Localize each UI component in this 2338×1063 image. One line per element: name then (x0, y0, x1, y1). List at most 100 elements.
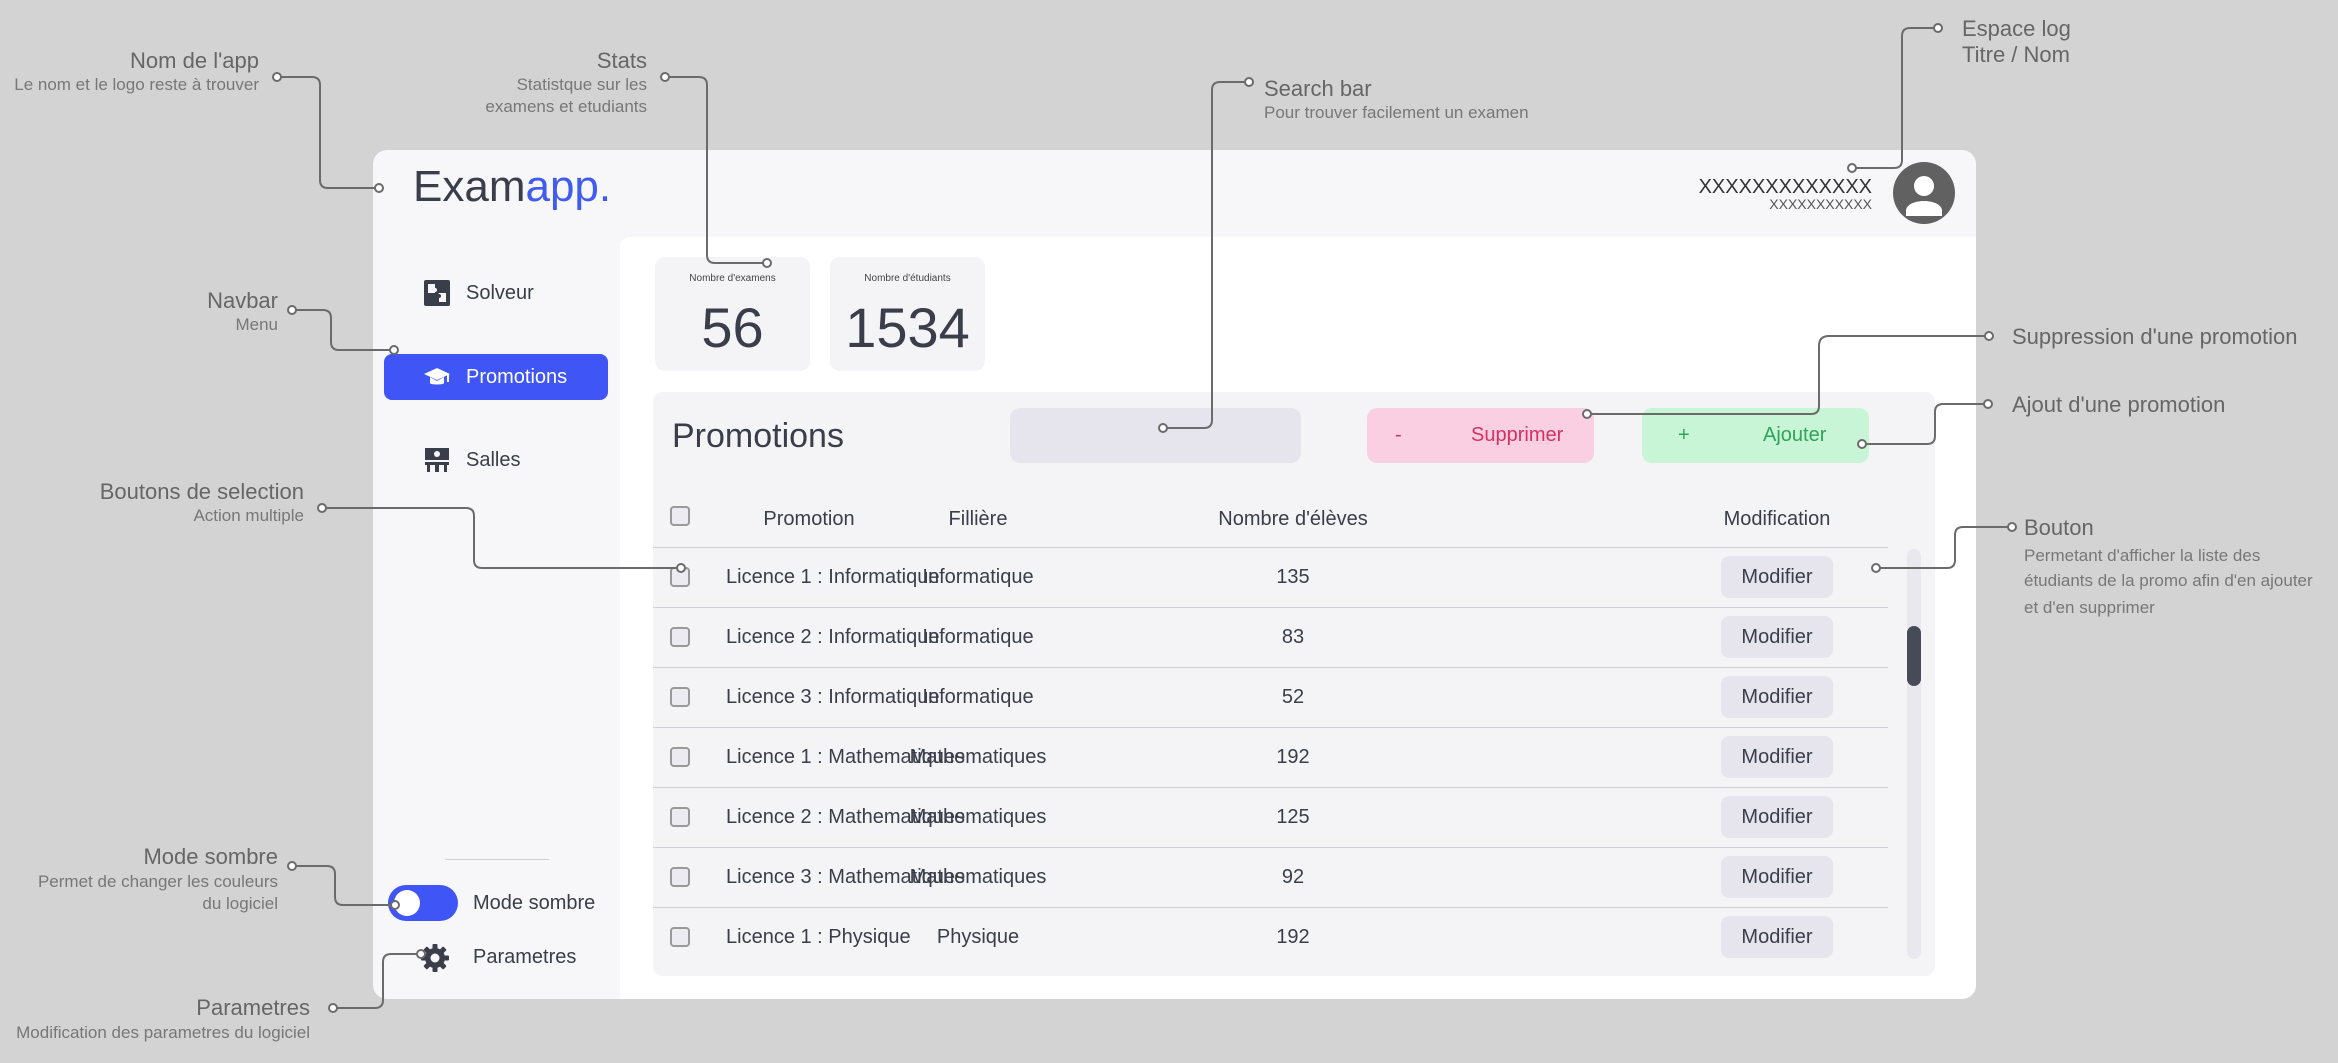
row-checkbox[interactable] (670, 807, 690, 827)
promotions-panel: Promotions - Supprimer + Ajouter Promoti… (653, 392, 1935, 976)
row-checkbox[interactable] (670, 687, 690, 707)
dark-mode-toggle[interactable] (388, 885, 458, 921)
minus-icon: - (1395, 424, 1402, 446)
row-divider (653, 727, 1888, 728)
user-avatar-icon[interactable] (1893, 162, 1955, 224)
stat-value: 1534 (845, 296, 970, 359)
annotation-add-title: Ajout d'une promotion (2012, 392, 2226, 417)
settings-button[interactable]: Parametres (421, 940, 621, 976)
stat-label: Nombre d'étudiants (864, 273, 951, 284)
modify-button[interactable]: Modifier (1721, 616, 1833, 658)
modify-button[interactable]: Modifier (1721, 676, 1833, 718)
main-content: Nombre d'examens 56 Nombre d'étudiants 1… (620, 237, 1976, 999)
annotation-log-title: Espace log (1962, 16, 2071, 41)
annotation-delete-title: Suppression d'une promotion (2012, 324, 2298, 349)
connector-dot (2007, 522, 2017, 532)
gear-icon (421, 944, 449, 972)
cell-filiere: Informatique (922, 686, 1034, 708)
annotation-stats-desc2: examens et etudiants (485, 97, 647, 116)
connector-log (1852, 27, 1938, 169)
sidebar-item-promotions[interactable]: Promotions (384, 354, 608, 400)
cell-count: 192 (1276, 926, 1310, 948)
annotation-settings-title: Parametres (196, 995, 310, 1020)
annotation-button-desc1: Permetant d'afficher la liste des (2024, 546, 2261, 565)
stat-card-students: Nombre d'étudiants 1534 (830, 257, 985, 371)
scrollbar-track[interactable] (1907, 549, 1921, 959)
user-subtitle: XXXXXXXXXXX (1769, 196, 1872, 212)
modify-button[interactable]: Modifier (1721, 796, 1833, 838)
annotation-dark-mode-desc2: du logiciel (202, 894, 278, 913)
modify-button[interactable]: Modifier (1721, 556, 1833, 598)
row-divider (653, 847, 1888, 848)
sidebar-divider (445, 859, 549, 860)
table-row: Licence 2 : Mathematiques Mathematiques … (653, 787, 1888, 847)
puzzle-icon (424, 280, 450, 306)
scrollbar-thumb[interactable] (1907, 626, 1921, 686)
app-logo: Examapp. (413, 162, 611, 212)
sidebar-item-label: Promotions (466, 366, 568, 388)
cell-count: 135 (1276, 566, 1310, 588)
column-header-modification: Modification (1723, 508, 1831, 530)
row-divider (653, 667, 1888, 668)
cell-filiere: Informatique (922, 626, 1034, 648)
cell-filiere: Informatique (922, 566, 1034, 588)
cell-promotion: Licence 1 : Physique (726, 926, 911, 948)
classroom-icon (424, 447, 450, 473)
stat-card-exams: Nombre d'examens 56 (655, 257, 810, 371)
column-header-promotion: Promotion (763, 508, 855, 530)
cell-filiere: Mathematiques (909, 806, 1047, 828)
logo-accent-text: app. (525, 162, 612, 211)
annotation-dark-mode-title: Mode sombre (143, 844, 278, 869)
stat-value: 56 (701, 296, 764, 359)
row-checkbox[interactable] (670, 927, 690, 947)
annotation-button-title: Bouton (2024, 515, 2094, 540)
connector-dot (328, 1003, 338, 1013)
connector-dot (660, 72, 670, 82)
panel-title: Promotions (672, 417, 844, 455)
cell-count: 192 (1276, 746, 1310, 768)
annotation-app-name-title: Nom de l'app (130, 48, 259, 73)
sidebar-item-label: Salles (466, 449, 521, 471)
row-checkbox[interactable] (670, 747, 690, 767)
annotation-selection-title: Boutons de selection (99, 479, 304, 504)
cell-filiere: Mathematiques (909, 866, 1047, 888)
annotation-navbar-desc: Menu (235, 315, 278, 334)
toggle-knob (394, 890, 420, 916)
row-checkbox[interactable] (670, 867, 690, 887)
connector-dot (317, 503, 327, 513)
logo-text: Exam (413, 162, 526, 211)
delete-button[interactable]: - Supprimer (1367, 408, 1594, 463)
table-row: Licence 3 : Informatique Informatique 52… (653, 667, 1888, 727)
annotation-button-desc2: étudiants de la promo afin d'en ajouter (2024, 571, 2313, 590)
row-divider (653, 547, 1888, 548)
settings-label: Parametres (473, 946, 577, 968)
row-checkbox[interactable] (670, 567, 690, 587)
connector-dot (1983, 399, 1993, 409)
row-checkbox[interactable] (670, 627, 690, 647)
connector-app-name (277, 76, 379, 189)
connector-dot (287, 861, 297, 871)
table-row: Licence 1 : Physique Physique 192 Modifi… (653, 907, 1888, 967)
table-row: Licence 1 : Informatique Informatique 13… (653, 547, 1888, 607)
connector-dot (1933, 23, 1943, 33)
annotation-button-desc3: et d'en supprimer (2024, 598, 2155, 617)
sidebar-item-salles[interactable]: Salles (384, 437, 608, 483)
sidebar-item-solveur[interactable]: Solveur (384, 270, 608, 316)
annotation-search-desc: Pour trouver facilement un examen (1264, 103, 1529, 122)
app-window: Examapp. XXXXXXXXXXXXX XXXXXXXXXXX Solve… (373, 150, 1976, 999)
modify-button[interactable]: Modifier (1721, 916, 1833, 958)
modify-button[interactable]: Modifier (1721, 736, 1833, 778)
cell-filiere: Physique (936, 926, 1020, 948)
annotation-log-subtitle: Titre / Nom (1962, 42, 2070, 67)
plus-icon: + (1678, 424, 1690, 446)
modify-button[interactable]: Modifier (1721, 856, 1833, 898)
row-divider (653, 607, 1888, 608)
annotation-stats-title: Stats (596, 48, 647, 73)
annotation-search-title: Search bar (1264, 76, 1372, 101)
add-button[interactable]: + Ajouter (1642, 408, 1869, 463)
cell-count: 52 (1281, 686, 1305, 708)
connector-dot (287, 305, 297, 315)
select-all-checkbox[interactable] (670, 506, 690, 526)
search-input[interactable] (1010, 408, 1301, 463)
connector-dot (1244, 77, 1254, 87)
